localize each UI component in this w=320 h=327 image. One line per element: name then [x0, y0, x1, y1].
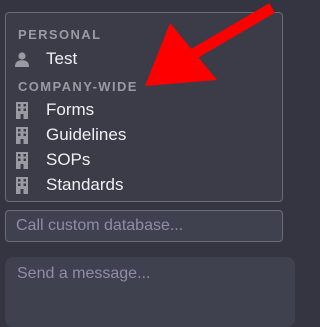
building-icon	[14, 176, 30, 194]
database-dropdown: PERSONAL Test COMPANY-WIDE Forms Guideli…	[5, 12, 283, 202]
building-icon	[14, 126, 30, 144]
dropdown-item-label: Standards	[46, 175, 124, 194]
custom-database-input[interactable]	[5, 210, 283, 242]
user-icon	[14, 50, 30, 68]
dropdown-item-standards[interactable]: Standards	[12, 174, 272, 196]
building-icon	[14, 151, 30, 169]
dropdown-item-sops[interactable]: SOPs	[12, 149, 272, 171]
dropdown-item-test[interactable]: Test	[12, 48, 272, 70]
section-label-company-wide: COMPANY-WIDE	[18, 79, 138, 94]
dropdown-item-label: Forms	[46, 100, 95, 119]
building-icon	[14, 101, 30, 119]
dropdown-item-label: SOPs	[46, 150, 91, 169]
dropdown-item-label: Guidelines	[46, 125, 127, 144]
dropdown-item-forms[interactable]: Forms	[12, 99, 272, 121]
dropdown-item-guidelines[interactable]: Guidelines	[12, 124, 272, 146]
section-label-personal: PERSONAL	[18, 27, 102, 42]
message-input[interactable]	[5, 257, 295, 327]
dropdown-item-label: Test	[46, 49, 78, 68]
